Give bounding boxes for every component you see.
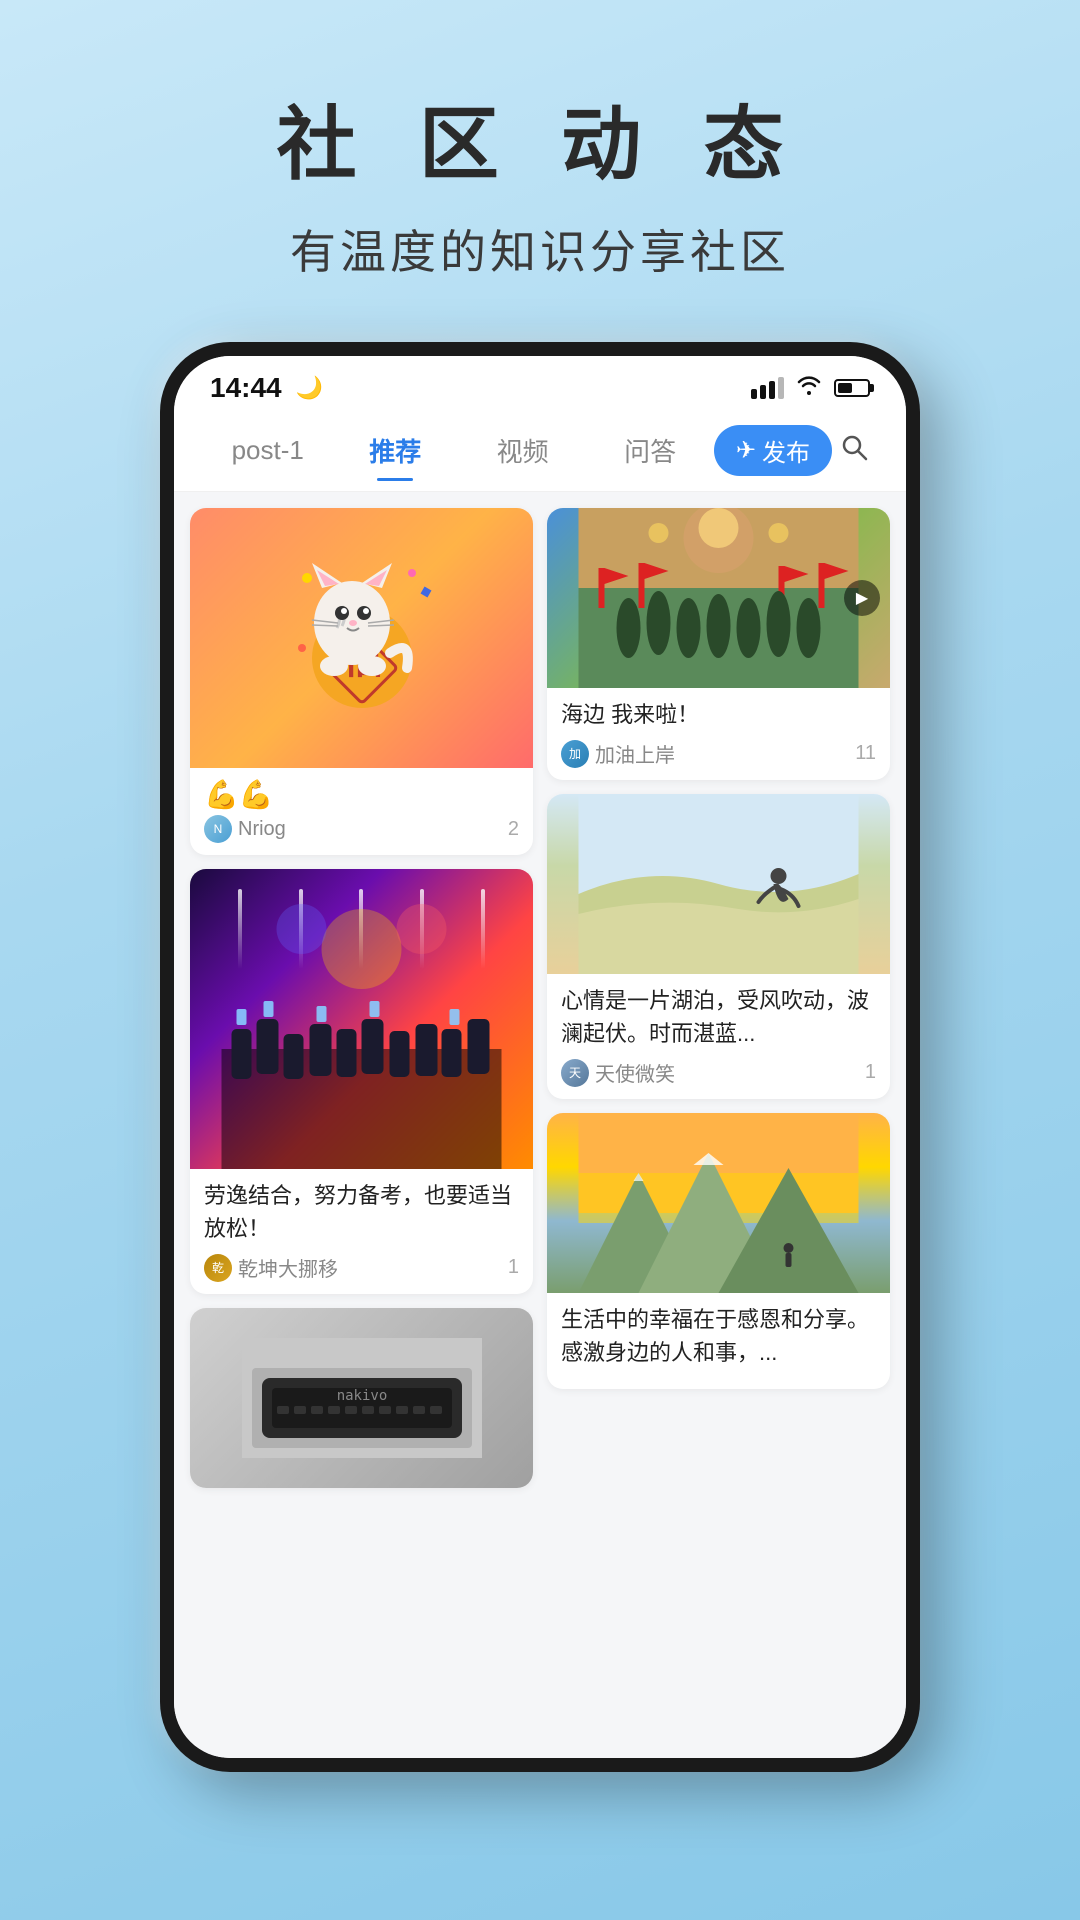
- mountain-image: [547, 1113, 890, 1293]
- avatar-sea: 加: [561, 740, 589, 768]
- post-card-cat[interactable]: 福: [190, 508, 533, 855]
- avatar: N: [204, 815, 232, 843]
- publish-icon: ✈: [736, 436, 756, 465]
- username-sea: 加油上岸: [595, 739, 675, 768]
- desk-image: nakivo: [190, 1308, 533, 1488]
- card-body: 💪💪 N Nriog 2: [190, 768, 533, 855]
- card-body-mountain: 生活中的幸福在于感恩和分享。感激身边的人和事，...: [547, 1293, 890, 1389]
- avatar-concert: 乾: [204, 1254, 232, 1282]
- card-footer-sea: 加 加油上岸 11: [561, 739, 876, 768]
- card-footer-desert: 天 天使微笑 1: [561, 1058, 876, 1087]
- card-body-sea: 海边 我来啦！ 加 加油上岸 11: [547, 688, 890, 780]
- sea-image: ▶: [547, 508, 890, 688]
- nav-tabs: post-1 推荐 视频 问答 ✈ 发布: [174, 414, 906, 492]
- phone-screen: 14:44 🌙 pos: [174, 356, 906, 1758]
- cat-svg: 福: [282, 558, 442, 718]
- post-card-desert[interactable]: 心情是一片湖泊，受风吹动，波澜起伏。时而湛蓝... 天 天使微笑 1: [547, 794, 890, 1099]
- username-concert: 乾坤大挪移: [238, 1253, 338, 1282]
- status-icons: [751, 375, 870, 401]
- tab-recommend[interactable]: 推荐: [331, 424, 458, 477]
- cat-image: 福: [190, 508, 533, 768]
- like-count-desert: 1: [865, 1061, 876, 1084]
- post-title-sea: 海边 我来啦！: [561, 698, 876, 731]
- publish-button[interactable]: ✈ 发布: [714, 425, 832, 476]
- svg-text:nakivo: nakivo: [336, 1388, 387, 1404]
- card-body-desert: 心情是一片湖泊，受风吹动，波澜起伏。时而湛蓝... 天 天使微笑 1: [547, 974, 890, 1099]
- desert-svg: [547, 794, 890, 974]
- card-footer: N Nriog 2: [204, 815, 519, 843]
- moon-icon: 🌙: [296, 375, 323, 401]
- battery-icon: [834, 379, 870, 397]
- tab-subscribe[interactable]: post-1: [204, 427, 331, 474]
- post-card-desk[interactable]: nakivo: [190, 1308, 533, 1488]
- mountain-svg: [547, 1113, 890, 1293]
- page-title: 社 区 动 态: [277, 80, 804, 196]
- desk-svg: nakivo: [242, 1338, 482, 1458]
- card-body-concert: 劳逸结合，努力备考，也要适当放松！ 乾 乾坤大挪移 1: [190, 1169, 533, 1294]
- post-card-mountain[interactable]: 生活中的幸福在于感恩和分享。感激身边的人和事，...: [547, 1113, 890, 1389]
- post-emoji: 💪💪: [204, 778, 519, 811]
- card-footer-concert: 乾 乾坤大挪移 1: [204, 1253, 519, 1282]
- search-button[interactable]: [832, 429, 876, 473]
- left-column: 福: [190, 508, 533, 1488]
- post-card-sea[interactable]: ▶ 海边 我来啦！ 加 加油上岸 11: [547, 508, 890, 780]
- post-title-desert: 心情是一片湖泊，受风吹动，波澜起伏。时而湛蓝...: [561, 984, 876, 1050]
- post-title-mountain: 生活中的幸福在于感恩和分享。感激身边的人和事，...: [561, 1303, 876, 1369]
- card-user-desert: 天 天使微笑: [561, 1058, 675, 1087]
- phone-mockup: 14:44 🌙 pos: [160, 342, 920, 1772]
- post-title-concert: 劳逸结合，努力备考，也要适当放松！: [204, 1179, 519, 1245]
- like-count-sea: 11: [855, 742, 876, 765]
- username: Nriog: [238, 818, 286, 841]
- page-header: 社 区 动 态 有温度的知识分享社区: [277, 80, 804, 282]
- post-card-concert[interactable]: 劳逸结合，努力备考，也要适当放松！ 乾 乾坤大挪移 1: [190, 869, 533, 1294]
- concert-image: [190, 869, 533, 1169]
- tab-qa[interactable]: 问答: [586, 424, 713, 477]
- video-play-button[interactable]: ▶: [844, 580, 880, 616]
- like-count: 2: [508, 818, 519, 841]
- signal-icon: [751, 377, 784, 399]
- stage-svg: [190, 869, 533, 1169]
- desert-image: [547, 794, 890, 974]
- publish-label: 发布: [762, 433, 810, 468]
- username-desert: 天使微笑: [595, 1058, 675, 1087]
- wifi-icon: [796, 375, 822, 401]
- tab-video[interactable]: 视频: [459, 424, 586, 477]
- page-subtitle: 有温度的知识分享社区: [277, 216, 804, 282]
- card-user-concert: 乾 乾坤大挪移: [204, 1253, 338, 1282]
- status-time: 14:44: [210, 372, 282, 404]
- avatar-desert: 天: [561, 1059, 589, 1087]
- card-user: N Nriog: [204, 815, 286, 843]
- right-column: ▶ 海边 我来啦！ 加 加油上岸 11: [547, 508, 890, 1488]
- like-count-concert: 1: [508, 1256, 519, 1279]
- content-area: 福: [174, 492, 906, 1758]
- post-grid: 福: [190, 508, 890, 1488]
- status-bar: 14:44 🌙: [174, 356, 906, 414]
- card-user-sea: 加 加油上岸: [561, 739, 675, 768]
- sea-svg: [547, 508, 890, 688]
